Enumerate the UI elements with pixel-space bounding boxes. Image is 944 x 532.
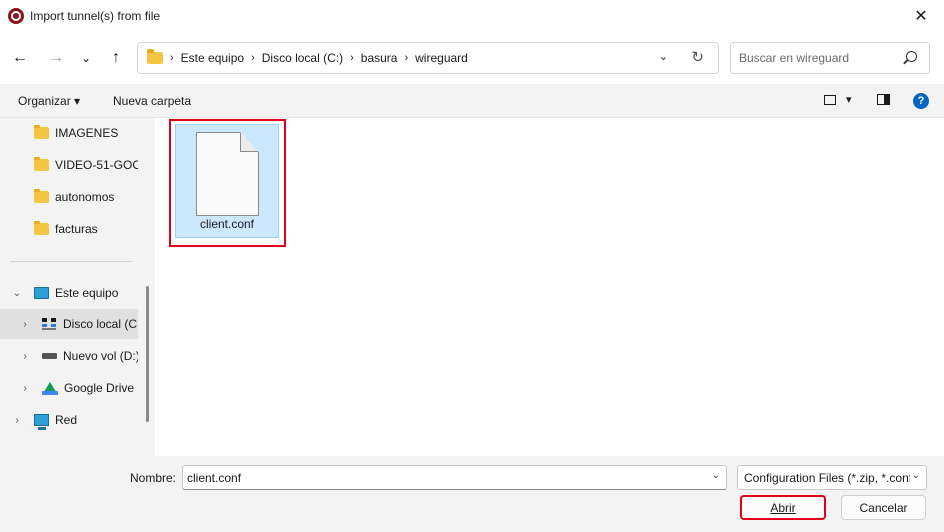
new-folder-button[interactable]: Nueva carpeta	[113, 94, 191, 108]
folder-icon	[34, 221, 49, 235]
dialog-footer: Nombre: client.conf ⌄ Configuration File…	[0, 456, 944, 532]
chevron-right-icon[interactable]: ›	[18, 319, 32, 330]
help-icon[interactable]: ?	[913, 93, 929, 109]
view-icon[interactable]	[824, 95, 836, 105]
search-placeholder: Buscar en wireguard	[739, 51, 850, 65]
refresh-icon[interactable]: ↻	[691, 48, 704, 66]
breadcrumb-basura[interactable]: basura	[361, 51, 398, 65]
sidebar-item-label: VIDEO-51-GOOGLE	[55, 158, 138, 172]
back-button[interactable]: ←	[8, 46, 32, 70]
sidebar-item-imagenes[interactable]: IMAGENES	[0, 118, 138, 148]
sidebar-divider	[10, 261, 132, 262]
sidebar-item-label: Disco local (C:)	[63, 317, 138, 331]
breadcrumb-separator[interactable]: ›	[251, 52, 255, 64]
breadcrumb-disco-local[interactable]: Disco local (C:)	[262, 51, 343, 65]
wireguard-icon	[8, 8, 24, 24]
breadcrumb-separator[interactable]: ›	[404, 52, 408, 64]
drive-icon	[42, 353, 57, 359]
sidebar-item-label: Red	[55, 413, 78, 427]
cancel-button[interactable]: Cancelar	[841, 495, 926, 520]
sidebar-item-nuevo-vol[interactable]: › Nuevo vol (D:)	[0, 341, 138, 371]
breadcrumb-separator[interactable]: ›	[350, 52, 354, 64]
folder-icon	[34, 157, 49, 171]
sidebar-item-label: Nuevo vol (D:)	[63, 349, 138, 363]
chevron-down-icon[interactable]: ⌄	[912, 470, 920, 481]
chevron-right-icon[interactable]: ›	[18, 383, 32, 394]
sidebar-item-label: Google Drive (G:)	[64, 381, 138, 395]
search-input[interactable]: Buscar en wireguard	[730, 42, 930, 74]
command-bar: Organizar ▾ Nueva carpeta ▾ ?	[0, 84, 944, 118]
open-button-label: Abrir	[770, 500, 796, 515]
breadcrumb-wireguard[interactable]: wireguard	[415, 51, 468, 65]
filename-label: Nombre:	[130, 471, 177, 485]
sidebar-item-autonomos[interactable]: autonomos	[0, 182, 138, 212]
chevron-right-icon[interactable]: ›	[10, 415, 24, 426]
google-drive-icon	[42, 381, 58, 395]
search-icon[interactable]	[906, 51, 917, 62]
close-button[interactable]: ✕	[898, 0, 944, 32]
address-bar[interactable]: › Este equipo › Disco local (C:) › basur…	[137, 42, 719, 74]
navigation-bar: ← → ⌄ ↑ › Este equipo › Disco local (C:)…	[0, 32, 944, 84]
folder-icon	[147, 49, 163, 64]
open-button[interactable]: Abrir	[740, 495, 826, 520]
filename-value: client.conf	[187, 470, 242, 485]
view-dropdown-button[interactable]: ▾	[846, 93, 852, 106]
sidebar-item-label: Este equipo	[55, 286, 119, 300]
sidebar-item-video[interactable]: VIDEO-51-GOOGLE	[0, 150, 138, 180]
file-list[interactable]: client.conf	[155, 118, 944, 456]
folder-icon	[34, 189, 49, 203]
windows-drive-icon	[42, 318, 56, 330]
chevron-down-icon[interactable]: ⌄	[10, 288, 24, 299]
sidebar-item-google-drive[interactable]: › Google Drive (G:)	[0, 373, 138, 403]
title-bar: Import tunnel(s) from file ✕	[0, 0, 944, 32]
sidebar-item-disco-local[interactable]: › Disco local (C:)	[0, 309, 138, 339]
sidebar-item-red[interactable]: › Red	[0, 405, 138, 435]
sidebar-item-este-equipo[interactable]: ⌄ Este equipo	[0, 278, 138, 308]
chevron-right-icon[interactable]: ›	[18, 351, 32, 362]
window-title: Import tunnel(s) from file	[30, 9, 161, 23]
forward-button[interactable]: →	[44, 46, 68, 70]
organize-button[interactable]: Organizar ▾	[18, 94, 80, 108]
breadcrumb-este-equipo[interactable]: Este equipo	[181, 51, 244, 65]
network-icon	[34, 414, 49, 430]
filename-input[interactable]: client.conf ⌄	[182, 465, 727, 490]
recent-locations-button[interactable]: ⌄	[74, 46, 98, 70]
pc-icon	[34, 287, 49, 299]
file-type-value: Configuration Files (*.zip, *.conf)	[744, 470, 910, 485]
file-item-client-conf[interactable]: client.conf	[175, 124, 279, 238]
chevron-down-icon[interactable]: ⌄	[659, 50, 668, 63]
file-name: client.conf	[199, 217, 255, 231]
navigation-pane: IMAGENES VIDEO-51-GOOGLE autonomos factu…	[0, 118, 155, 456]
sidebar-item-label: IMAGENES	[55, 126, 119, 140]
folder-icon	[34, 125, 49, 139]
preview-pane-icon[interactable]	[877, 94, 890, 105]
sidebar-scrollbar[interactable]	[146, 286, 149, 422]
up-button[interactable]: ↑	[104, 46, 128, 70]
file-type-select[interactable]: Configuration Files (*.zip, *.conf) ⌄	[737, 465, 927, 490]
sidebar-item-label: facturas	[55, 222, 98, 236]
chevron-down-icon[interactable]: ⌄	[712, 470, 720, 481]
sidebar-item-label: autonomos	[55, 190, 115, 204]
sidebar-item-facturas[interactable]: facturas	[0, 214, 138, 244]
breadcrumb-separator: ›	[170, 52, 174, 64]
